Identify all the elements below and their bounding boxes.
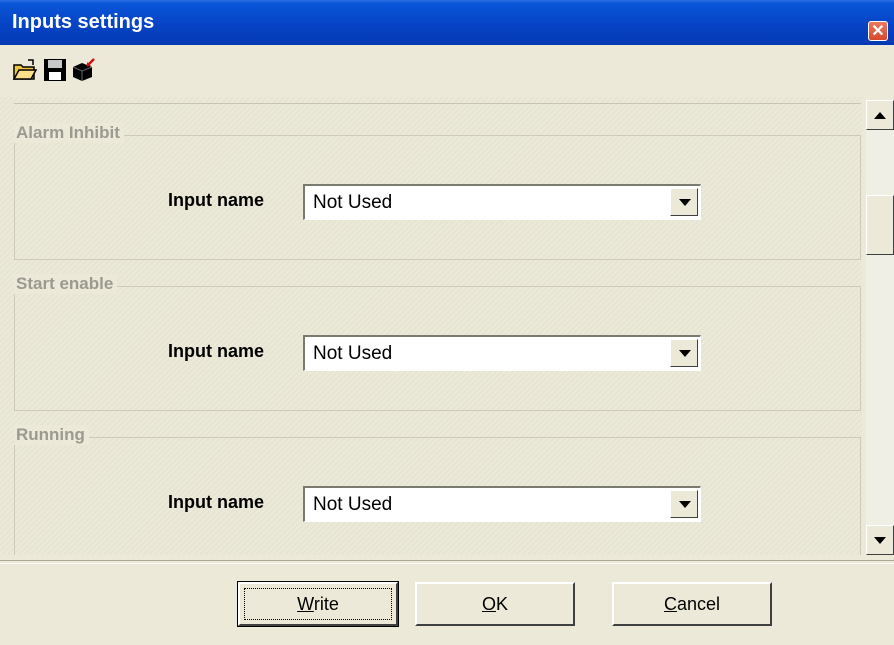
toolbar (0, 45, 894, 97)
input-name-label: Input name (168, 190, 265, 210)
dropdown-arrow-icon[interactable] (670, 339, 698, 367)
close-icon: ✕ (871, 23, 885, 40)
write-button[interactable]: Write (237, 581, 399, 627)
write-device-icon[interactable] (70, 57, 96, 83)
group-title: Start enable (14, 274, 118, 294)
ok-button-label: OK (481, 594, 509, 614)
select-value: Not Used (313, 343, 393, 364)
group-title: Alarm Inhibit (14, 123, 124, 143)
ok-button[interactable]: OK (415, 582, 575, 626)
select-value: Not Used (313, 192, 393, 213)
select-value: Not Used (313, 494, 393, 515)
divider (0, 560, 894, 564)
group-title: Running (14, 425, 89, 445)
scroll-up-icon[interactable] (866, 100, 894, 130)
group-alarm-inhibit: Alarm Inhibit Input name Not Used (14, 123, 861, 260)
dropdown-arrow-icon[interactable] (670, 188, 698, 216)
cancel-button-label: Cancel (663, 594, 721, 614)
open-folder-icon[interactable] (12, 57, 38, 83)
title-bar: Inputs settings ✕ (0, 0, 894, 45)
focus-rect (244, 588, 392, 620)
input-name-select[interactable]: Not Used (303, 486, 701, 522)
input-name-label: Input name (168, 492, 265, 512)
input-name-select[interactable]: Not Used (303, 184, 701, 220)
cancel-button[interactable]: Cancel (612, 582, 772, 626)
dropdown-arrow-icon[interactable] (670, 490, 698, 518)
window-title: Inputs settings (12, 11, 155, 33)
settings-scroll-area: Alarm Inhibit Input name Not Used Start … (0, 97, 862, 555)
group-start-enable: Start enable Input name Not Used (14, 274, 861, 411)
scroll-thumb[interactable] (866, 195, 894, 255)
input-name-select[interactable]: Not Used (303, 335, 701, 371)
save-icon[interactable] (42, 57, 68, 83)
group-running: Running Input name Not Used (14, 425, 861, 555)
scroll-down-icon[interactable] (866, 525, 894, 555)
divider (14, 103, 861, 104)
close-button[interactable]: ✕ (868, 21, 888, 41)
input-name-label: Input name (168, 341, 265, 361)
vertical-scrollbar[interactable] (866, 100, 894, 555)
